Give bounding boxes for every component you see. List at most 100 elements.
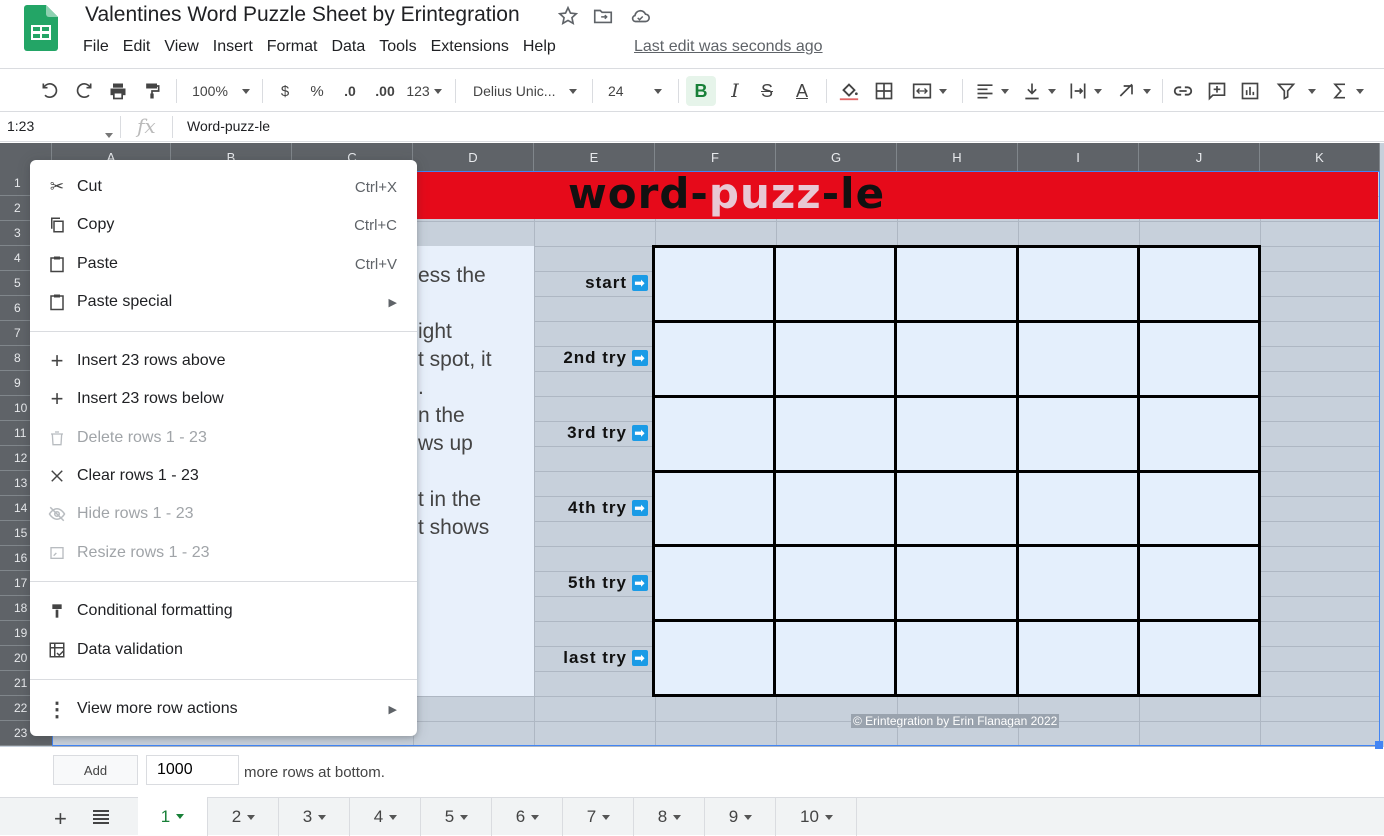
sheet-tab[interactable]: 7 <box>564 798 634 836</box>
align-horizontal-icon[interactable] <box>972 79 1012 103</box>
menu-view[interactable]: View <box>164 38 206 60</box>
move-folder-icon[interactable] <box>592 5 614 27</box>
menu-insert[interactable]: Insert <box>213 38 261 60</box>
zoom-value: 100% <box>192 83 228 99</box>
sheet-tab[interactable]: 3 <box>280 798 350 836</box>
insert-comment-icon[interactable] <box>1205 79 1229 103</box>
sheet-tab[interactable]: 4 <box>351 798 421 836</box>
chevron-down-icon <box>176 814 185 819</box>
text-color-button[interactable]: A <box>788 79 816 103</box>
add-sheet-icon[interactable]: + <box>54 806 67 832</box>
column-header[interactable]: K <box>1260 143 1380 171</box>
undo-icon[interactable] <box>38 79 62 103</box>
chevron-down-icon[interactable] <box>105 125 113 143</box>
name-box[interactable]: 1:23 <box>7 118 34 134</box>
menu-cut[interactable]: ✂ Cut Ctrl+X <box>30 171 417 203</box>
text-wrap-icon[interactable] <box>1066 79 1104 103</box>
redo-icon[interactable] <box>72 79 96 103</box>
sheet-tab-label: 8 <box>657 807 668 826</box>
rows-count-input[interactable] <box>146 755 239 785</box>
percent-button[interactable]: % <box>306 79 328 103</box>
insert-chart-icon[interactable] <box>1238 79 1262 103</box>
menu-insert-above[interactable]: + Insert 23 rows above <box>30 345 417 377</box>
sheet-tab[interactable]: 2 <box>209 798 279 836</box>
column-header[interactable]: D <box>413 143 534 171</box>
column-header[interactable]: J <box>1139 143 1260 171</box>
formula-bar: 1:23 fx Word-puzz-le <box>0 112 1384 142</box>
sheet-tab[interactable]: 10 <box>777 798 857 836</box>
zoom-select[interactable]: 100% <box>188 79 254 103</box>
functions-icon[interactable] <box>1328 79 1366 103</box>
chevron-down-icon <box>744 814 753 820</box>
menu-label: Copy <box>77 216 115 233</box>
increase-decimal-button[interactable]: .00 <box>370 79 400 103</box>
menu-extensions[interactable]: Extensions <box>431 38 517 60</box>
cloud-saved-icon[interactable] <box>629 5 651 27</box>
toolbar: 100% $ % .0 .00 123 Delius Unic... 24 B … <box>0 68 1384 112</box>
chevron-down-icon <box>433 88 442 94</box>
menu-label: Hide rows 1 - 23 <box>77 505 194 522</box>
sheet-tab[interactable]: 9 <box>706 798 776 836</box>
currency-button[interactable]: $ <box>274 79 296 103</box>
font-size-select[interactable]: 24 <box>600 79 670 103</box>
borders-icon[interactable] <box>872 79 896 103</box>
menu-delete-rows: Delete rows 1 - 23 <box>30 422 417 454</box>
align-vertical-icon[interactable] <box>1020 79 1058 103</box>
add-rows-button[interactable]: Add <box>53 755 138 785</box>
sheet-tab-label: 2 <box>231 807 242 826</box>
more-vert-icon: ⋮ <box>47 698 67 721</box>
font-select[interactable]: Delius Unic... <box>466 79 582 103</box>
strikethrough-button[interactable]: S <box>756 79 778 103</box>
menu-conditional-formatting[interactable]: Conditional formatting <box>30 595 417 627</box>
menu-file[interactable]: File <box>83 38 117 60</box>
text-color-label: A <box>795 80 808 101</box>
column-header[interactable]: F <box>655 143 776 171</box>
bold-button[interactable]: B <box>686 76 716 106</box>
last-edit-link[interactable]: Last edit was seconds ago <box>634 38 823 56</box>
menu-insert-below[interactable]: + Insert 23 rows below <box>30 383 417 415</box>
sheet-tab[interactable]: 5 <box>422 798 492 836</box>
menu-format[interactable]: Format <box>267 38 326 60</box>
insert-link-icon[interactable] <box>1170 79 1196 103</box>
menu-paste[interactable]: Paste Ctrl+V <box>30 248 417 280</box>
column-header[interactable]: H <box>897 143 1018 171</box>
menu-bar: File Edit View Insert Format Data Tools … <box>83 38 570 60</box>
print-icon[interactable] <box>106 79 130 103</box>
formula-input[interactable]: Word-puzz-le <box>187 118 270 134</box>
menu-help[interactable]: Help <box>523 38 564 60</box>
sheet-tab[interactable]: 1 <box>138 797 208 836</box>
sheets-logo-icon[interactable] <box>24 5 58 51</box>
sheet-tab-bar: + 1 2 3 4 5 6 7 8 9 10 <box>0 797 1384 836</box>
menu-edit[interactable]: Edit <box>123 38 159 60</box>
menu-data-validation[interactable]: Data validation <box>30 634 417 666</box>
menu-paste-special[interactable]: Paste special ▶ <box>30 286 417 318</box>
column-header[interactable]: I <box>1018 143 1139 171</box>
resize-icon <box>47 543 67 563</box>
menu-more-row-actions[interactable]: ⋮ View more row actions ▶ <box>30 693 417 725</box>
fill-color-icon[interactable] <box>836 79 862 103</box>
italic-button[interactable]: I <box>724 79 746 103</box>
sheet-tab[interactable]: 8 <box>635 798 705 836</box>
row-context-menu: ✂ Cut Ctrl+X Copy Ctrl+C Paste Ctrl+V Pa… <box>30 160 417 736</box>
sheet-tab[interactable]: 6 <box>493 798 563 836</box>
merge-cells-icon[interactable] <box>906 79 952 103</box>
menu-data[interactable]: Data <box>331 38 373 60</box>
decrease-decimal-button[interactable]: .0 <box>338 79 362 103</box>
menu-copy[interactable]: Copy Ctrl+C <box>30 209 417 241</box>
document-title[interactable]: Valentines Word Puzzle Sheet by Erintegr… <box>85 3 520 27</box>
number-format-select[interactable]: 123 <box>404 79 444 103</box>
all-sheets-icon[interactable] <box>92 809 110 830</box>
paint-format-icon[interactable] <box>140 79 164 103</box>
star-icon[interactable] <box>557 5 579 27</box>
rows-text: more rows at bottom. <box>244 764 385 781</box>
text-rotation-icon[interactable] <box>1114 79 1154 103</box>
column-header[interactable]: E <box>534 143 655 171</box>
menu-clear-rows[interactable]: Clear rows 1 - 23 <box>30 460 417 492</box>
menu-label: Cut <box>77 178 102 195</box>
selection-handle[interactable] <box>1375 741 1383 749</box>
number-format-value: 123 <box>406 83 430 99</box>
column-header[interactable]: G <box>776 143 897 171</box>
menu-tools[interactable]: Tools <box>379 38 424 60</box>
chevron-down-icon <box>531 814 540 820</box>
filter-icon[interactable] <box>1274 79 1318 103</box>
